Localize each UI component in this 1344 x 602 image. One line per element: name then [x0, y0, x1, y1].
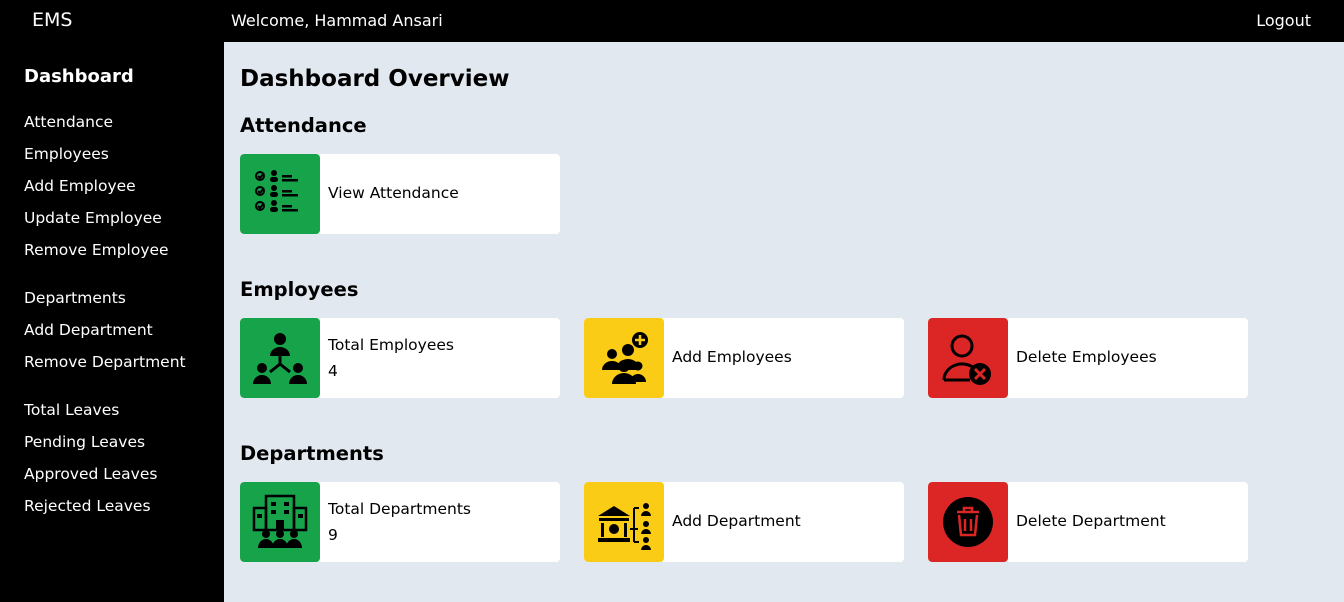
sidebar-item-approved-leaves[interactable]: Approved Leaves [24, 465, 157, 483]
building-people-icon [240, 482, 320, 562]
logout-button[interactable]: Logout [1256, 11, 1311, 30]
sidebar-item-remove-department[interactable]: Remove Department [24, 353, 186, 371]
card-label: Add Department [672, 512, 801, 530]
sidebar-item-attendance[interactable]: Attendance [24, 113, 113, 131]
sidebar-item-update-employee[interactable]: Update Employee [24, 209, 162, 227]
section-title-attendance: Attendance [240, 114, 367, 137]
add-employees-card[interactable]: Add Employees [584, 318, 904, 398]
welcome-message: Welcome, Hammad Ansari [231, 11, 443, 30]
sidebar-item-remove-employee[interactable]: Remove Employee [24, 241, 169, 259]
delete-employees-card[interactable]: Delete Employees [928, 318, 1248, 398]
card-label: Total Departments [328, 500, 471, 518]
card-label: View Attendance [328, 184, 459, 202]
add-department-card[interactable]: Add Department [584, 482, 904, 562]
section-title-employees: Employees [240, 278, 359, 301]
card-label: Add Employees [672, 348, 792, 366]
sidebar-item-pending-leaves[interactable]: Pending Leaves [24, 433, 145, 451]
sidebar-item-employees[interactable]: Employees [24, 145, 109, 163]
sidebar-item-rejected-leaves[interactable]: Rejected Leaves [24, 497, 151, 515]
card-label: Total Employees [328, 336, 454, 354]
add-group-icon [584, 318, 664, 398]
page-title: Dashboard Overview [240, 66, 510, 92]
total-departments-card[interactable]: Total Departments 9 [240, 482, 560, 562]
trash-icon [928, 482, 1008, 562]
total-employees-card[interactable]: Total Employees 4 [240, 318, 560, 398]
brand-logo[interactable]: EMS [32, 9, 72, 31]
sidebar-item-departments[interactable]: Departments [24, 289, 126, 307]
sidebar: Dashboard Attendance Employees Add Emplo… [0, 42, 224, 602]
total-employees-count: 4 [328, 362, 338, 380]
sidebar-item-add-department[interactable]: Add Department [24, 321, 153, 339]
total-departments-count: 9 [328, 526, 338, 544]
institution-people-icon [584, 482, 664, 562]
top-navbar: EMS Welcome, Hammad Ansari Logout [0, 0, 1344, 42]
sidebar-item-add-employee[interactable]: Add Employee [24, 177, 136, 195]
attendance-checklist-icon [240, 154, 320, 234]
sidebar-item-total-leaves[interactable]: Total Leaves [24, 401, 119, 419]
card-label: Delete Employees [1016, 348, 1157, 366]
org-chart-icon [240, 318, 320, 398]
section-title-departments: Departments [240, 442, 384, 465]
delete-user-icon [928, 318, 1008, 398]
view-attendance-card[interactable]: View Attendance [240, 154, 560, 234]
delete-department-card[interactable]: Delete Department [928, 482, 1248, 562]
sidebar-title-dashboard[interactable]: Dashboard [24, 66, 134, 87]
main-content: Dashboard Overview Attendance View Atten… [224, 42, 1344, 602]
card-label: Delete Department [1016, 512, 1166, 530]
